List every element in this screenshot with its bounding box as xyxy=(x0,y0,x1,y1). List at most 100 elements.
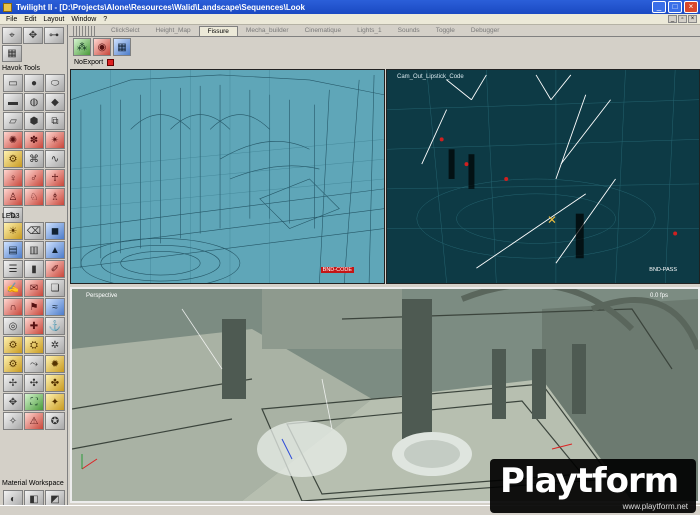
viewport-wireframe[interactable]: BND-CODE xyxy=(70,69,385,284)
chart-icon[interactable]: ▮ xyxy=(24,260,44,278)
tab-cinematique[interactable]: Cinematique xyxy=(297,26,350,36)
ring-icon[interactable]: ◎ xyxy=(3,317,23,335)
compound-shape-icon[interactable]: ⧉ xyxy=(45,112,65,130)
link-tool-icon[interactable]: ⊶ xyxy=(44,27,64,44)
watermark-url: www.playtform.net xyxy=(622,502,688,511)
tab-lights-1[interactable]: Lights_1 xyxy=(349,26,390,36)
viewport-tag-right: BND-PASS xyxy=(649,267,677,273)
cylinder-shape-icon[interactable]: ◍ xyxy=(24,93,44,111)
cube-icon[interactable]: ◼ xyxy=(45,222,65,240)
grid-tool-icon[interactable]: ▦ xyxy=(2,45,22,62)
fissure-target-icon[interactable]: ◉ xyxy=(93,38,111,56)
gear-icon[interactable]: ⚙ xyxy=(3,336,23,354)
box-shape-icon[interactable]: ▭ xyxy=(3,74,23,92)
zone-icon[interactable]: ✣ xyxy=(24,374,44,392)
plane-shape-icon[interactable]: ▱ xyxy=(3,112,23,130)
tab-fissure[interactable]: Fissure xyxy=(198,26,238,36)
menu-help[interactable]: ? xyxy=(103,16,107,23)
layer-icon[interactable]: ❏ xyxy=(45,279,65,297)
app-icon xyxy=(3,2,12,12)
watermark-logo: Playtform www.playtform.net xyxy=(490,459,696,513)
fissure-points-icon[interactable]: ⁂ xyxy=(73,38,91,56)
select-tool-icon[interactable]: ⌖ xyxy=(2,27,22,44)
tab-sounds[interactable]: Sounds xyxy=(390,26,428,36)
tab-height-map[interactable]: Height_Map xyxy=(148,26,199,36)
menu-layout[interactable]: Layout xyxy=(43,16,64,23)
toolbar-grip-icon[interactable] xyxy=(73,26,95,36)
path-icon[interactable]: ⤳ xyxy=(24,355,44,373)
spline-icon[interactable]: ✹ xyxy=(45,355,65,373)
cog-icon[interactable]: ✲ xyxy=(45,336,65,354)
menu-edit[interactable]: Edit xyxy=(24,16,36,23)
convex-shape-icon[interactable]: ⬢ xyxy=(24,112,44,130)
constraint-icon[interactable]: ✽ xyxy=(24,131,44,149)
capsule-shape-icon[interactable]: ⬭ xyxy=(45,74,65,92)
tab-clickselct[interactable]: ClickSelct xyxy=(103,26,148,36)
mdi-close-icon[interactable]: × xyxy=(688,15,697,23)
fx-icon[interactable]: ✧ xyxy=(3,412,23,430)
alert-icon[interactable]: ⚠ xyxy=(24,412,44,430)
force-field-icon[interactable]: ✴ xyxy=(45,131,65,149)
tab-toggle[interactable]: Toggle xyxy=(428,26,463,36)
camera-name-label: Cam_Out_Lipstick_Code xyxy=(397,74,464,80)
fissure-toolbar: ⁂ ◉ ▦ xyxy=(69,37,700,57)
event-icon[interactable]: ✤ xyxy=(45,374,65,392)
mdi-minimize-icon[interactable]: _ xyxy=(668,15,677,23)
terrain-icon[interactable]: ▲ xyxy=(45,241,65,259)
hinge-icon[interactable]: ⌘ xyxy=(24,150,44,168)
ragdoll-pose-icon[interactable]: ♂ xyxy=(24,169,44,187)
character-walk-icon[interactable]: ♘ xyxy=(24,188,44,206)
menu-window[interactable]: Window xyxy=(71,16,96,23)
sun-light-icon[interactable]: ☀ xyxy=(3,222,23,240)
misc-icon[interactable]: ✪ xyxy=(45,412,65,430)
mesh-shape-icon[interactable]: ◆ xyxy=(45,93,65,111)
tab-debugger[interactable]: Debugger xyxy=(463,26,508,36)
fps-readout: 0.0 fps xyxy=(649,293,668,299)
noexport-toggle[interactable] xyxy=(107,59,115,66)
havok-tools-grid: ▭ ● ⬭ ▬ ◍ ◆ ▱ ⬢ ⧉ ✺ ✽ ✴ ⚙ ⌘ ∿ ♀ ♂ ☥ ♙ ♘ … xyxy=(3,74,65,225)
eraser-icon[interactable]: ⌫ xyxy=(24,222,44,240)
title-bar: Twilight II - [D:\Projects\Alone\Resourc… xyxy=(0,0,700,14)
menu-file[interactable]: File xyxy=(6,16,17,23)
lamp-icon[interactable]: ✦ xyxy=(45,393,65,411)
close-button[interactable]: × xyxy=(684,1,698,13)
portal-icon[interactable]: ⛶ xyxy=(24,393,44,411)
top-tool-row: ⌖ ✥ ⊶ ▦ xyxy=(2,27,66,62)
ragdoll-bones-icon[interactable]: ☥ xyxy=(45,169,65,187)
left-tool-panel: ⌖ ✥ ⊶ ▦ Havok Tools ▭ ● ⬭ ▬ ◍ ◆ ▱ ⬢ ⧉ ✺ … xyxy=(0,25,68,515)
minimize-button[interactable]: _ xyxy=(652,1,666,13)
fissure-grid-icon[interactable]: ▦ xyxy=(113,38,131,56)
section-led3: LED3 xyxy=(2,213,20,220)
flag-icon[interactable]: ⚑ xyxy=(24,298,44,316)
ragdoll-figure-icon[interactable]: ♀ xyxy=(3,169,23,187)
spawn-icon[interactable]: ✚ xyxy=(24,317,44,335)
trigger-icon[interactable]: ✢ xyxy=(3,374,23,392)
character-icon[interactable]: ♙ xyxy=(3,188,23,206)
section-havok-tools: Havok Tools xyxy=(2,65,41,72)
script-icon[interactable]: ✥ xyxy=(3,393,23,411)
tab-mecha-builder[interactable]: Mecha_builder xyxy=(238,26,297,36)
list-panel-icon[interactable]: ☰ xyxy=(3,260,23,278)
viewport-camera[interactable]: Cam_Out_Lipstick_Code BND-PASS xyxy=(386,69,700,284)
settings-icon[interactable]: ⚙ xyxy=(3,355,23,373)
joint-icon[interactable]: ⚙ xyxy=(3,150,23,168)
move-tool-icon[interactable]: ✥ xyxy=(23,27,43,44)
stamp-icon[interactable]: ✉ xyxy=(24,279,44,297)
maximize-button[interactable]: □ xyxy=(668,1,682,13)
magnet-icon[interactable]: ∩ xyxy=(3,298,23,316)
paint-icon[interactable]: ✐ xyxy=(45,260,65,278)
sky-panel-icon[interactable]: ▤ xyxy=(3,241,23,259)
slab-shape-icon[interactable]: ▬ xyxy=(3,93,23,111)
gears-icon[interactable]: ⛭ xyxy=(24,336,44,354)
sphere-shape-icon[interactable]: ● xyxy=(24,74,44,92)
spring-icon[interactable]: ∿ xyxy=(45,150,65,168)
brush-icon[interactable]: ✍ xyxy=(3,279,23,297)
character-stand-icon[interactable]: ♗ xyxy=(45,188,65,206)
texture-icon[interactable]: ▥ xyxy=(24,241,44,259)
mdi-restore-icon[interactable]: ▫ xyxy=(678,15,687,23)
workspace-tabs: ClickSelct Height_Map Fissure Mecha_buil… xyxy=(69,25,700,37)
physics-world-icon[interactable]: ✺ xyxy=(3,131,23,149)
anchor-icon[interactable]: ⚓ xyxy=(45,317,65,335)
window-controls: _ □ × xyxy=(652,1,698,13)
water-icon[interactable]: ≈ xyxy=(45,298,65,316)
